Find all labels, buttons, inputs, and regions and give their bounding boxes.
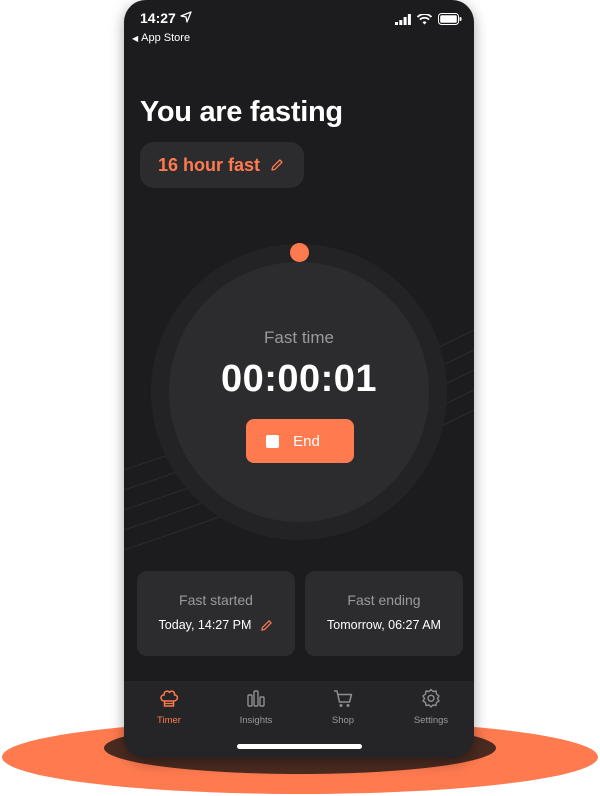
tab-shop[interactable]: Shop — [308, 687, 378, 726]
back-arrow-icon: ◀ — [132, 33, 139, 43]
fast-ending-value: Tomorrow, 06:27 AM — [327, 618, 441, 632]
timer-label: Fast time — [264, 328, 334, 347]
location-arrow-icon — [180, 11, 192, 23]
tab-timer[interactable]: Timer — [134, 687, 204, 726]
pencil-icon[interactable] — [260, 619, 273, 632]
phone-screen: 14:27 ◀ App Store You are fasting 16 hou… — [124, 0, 474, 758]
fast-started-value: Today, 14:27 PM — [158, 618, 252, 632]
home-indicator[interactable] — [237, 744, 362, 749]
tab-timer-label: Timer — [157, 715, 181, 726]
chef-hat-icon — [160, 690, 179, 707]
fast-started-row: Today, 14:27 PM — [137, 618, 295, 632]
tab-settings-label: Settings — [413, 715, 449, 726]
fast-ending-row: Tomorrow, 06:27 AM — [305, 618, 463, 632]
fast-ending-title: Fast ending — [347, 592, 421, 608]
back-label: App Store — [141, 32, 191, 44]
progress-indicator-dot[interactable] — [290, 243, 309, 262]
timer-value: 00:00:01 — [220, 358, 378, 400]
tab-shop-label: Shop — [331, 715, 355, 726]
end-button-label: End — [293, 432, 320, 450]
wifi-icon — [417, 13, 432, 24]
back-to-app-store[interactable]: ◀ App Store — [132, 32, 190, 44]
fast-started-card[interactable]: Fast started Today, 14:27 PM — [137, 571, 295, 656]
fast-plan-label: 16 hour fast — [158, 154, 261, 175]
fast-started-title: Fast started — [179, 592, 253, 608]
page-title: You are fasting — [140, 96, 343, 128]
gear-icon — [422, 688, 440, 708]
stop-icon — [266, 434, 280, 448]
tab-settings[interactable]: Settings — [396, 687, 466, 726]
status-time: 14:27 — [140, 10, 176, 26]
fast-ending-card: Fast ending Tomorrow, 06:27 AM — [305, 571, 463, 656]
tab-insights[interactable]: Insights — [221, 687, 291, 726]
status-icons — [395, 13, 462, 25]
fast-plan-selector[interactable]: 16 hour fast — [140, 142, 304, 188]
end-fast-button[interactable]: End — [246, 419, 354, 463]
tab-insights-label: Insights — [239, 715, 273, 726]
battery-icon — [438, 13, 462, 25]
pencil-icon — [271, 159, 283, 171]
bar-chart-icon — [247, 690, 265, 707]
stage: 14:27 ◀ App Store You are fasting 16 hou… — [0, 0, 600, 796]
cellular-signal-icon — [395, 13, 411, 25]
cart-icon — [334, 690, 353, 707]
